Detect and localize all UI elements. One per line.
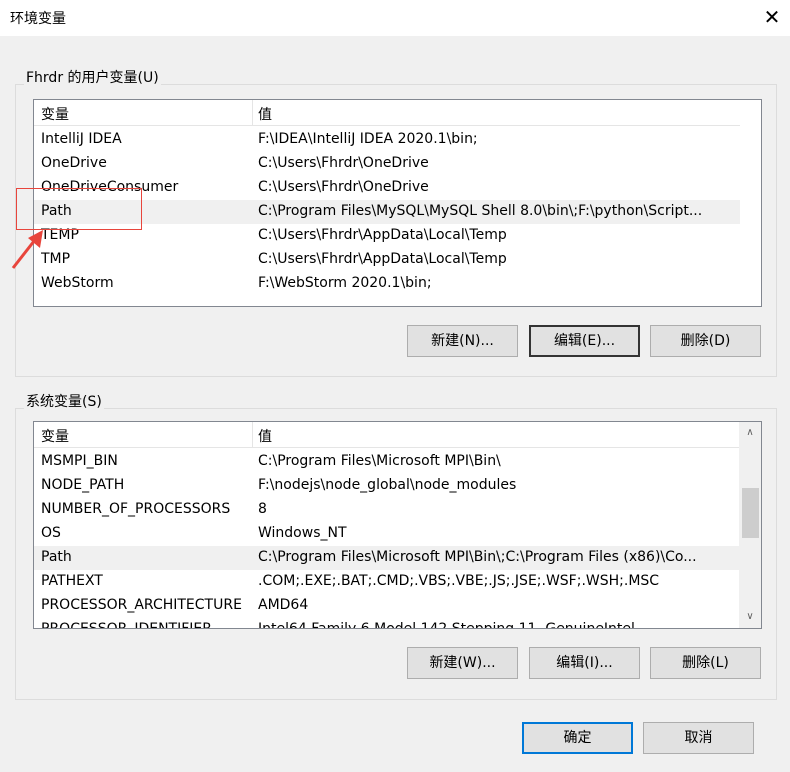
variable-value: C:\Users\Fhrdr\AppData\Local\Temp xyxy=(258,227,507,243)
system-vars-list[interactable]: 变量 值 ∧ ∨ MSMPI_BIN C:\Program Files\Micro… xyxy=(33,421,762,629)
table-row[interactable]: Path C:\Program Files\Microsoft MPI\Bin\;… xyxy=(34,546,740,570)
scrollbar[interactable]: ∧ ∨ xyxy=(739,422,761,628)
system-edit-button[interactable]: 编辑(I)... xyxy=(529,647,640,679)
column-header-name[interactable]: 变量 xyxy=(41,426,251,446)
list-header: 变量 值 xyxy=(34,100,740,126)
column-header-value[interactable]: 值 xyxy=(258,104,738,124)
variable-value: F:\WebStorm 2020.1\bin; xyxy=(258,275,432,291)
column-header-value[interactable]: 值 xyxy=(258,426,738,446)
variable-value: F:\IDEA\IntelliJ IDEA 2020.1\bin; xyxy=(258,131,478,147)
system-new-button[interactable]: 新建(W)... xyxy=(407,647,518,679)
table-row[interactable]: MSMPI_BIN C:\Program Files\Microsoft MPI\… xyxy=(34,450,740,474)
variable-name: WebStorm xyxy=(41,275,114,291)
variable-value: 8 xyxy=(258,501,267,517)
variable-name: TMP xyxy=(41,251,71,267)
variable-name: NUMBER_OF_PROCESSORS xyxy=(41,501,231,517)
user-vars-list[interactable]: 变量 值 IntelliJ IDEA F:\IDEA\IntelliJ IDEA … xyxy=(33,99,762,307)
variable-value: Windows_NT xyxy=(258,525,347,541)
variable-value: C:\Users\Fhrdr\AppData\Local\Temp xyxy=(258,251,507,267)
annotation-highlight-box xyxy=(16,188,142,230)
title-bar: 环境变量 ✕ xyxy=(0,0,790,36)
user-vars-label: Fhrdr 的用户变量(U) xyxy=(24,67,161,87)
variable-name: OS xyxy=(41,525,61,541)
variable-value: C:\Program Files\MySQL\MySQL Shell 8.0\b… xyxy=(258,203,703,219)
cancel-button[interactable]: 取消 xyxy=(643,722,754,754)
scroll-down-icon[interactable]: ∨ xyxy=(739,606,761,628)
system-vars-label: 系统变量(S) xyxy=(24,391,104,411)
variable-value: .COM;.EXE;.BAT;.CMD;.VBS;.VBE;.JS;.JSE;.… xyxy=(258,573,660,589)
table-row[interactable]: PATHEXT .COM;.EXE;.BAT;.CMD;.VBS;.VBE;.JS… xyxy=(34,570,740,594)
table-row[interactable]: NUMBER_OF_PROCESSORS 8 xyxy=(34,498,740,522)
variable-name: PROCESSOR_IDENTIFIER xyxy=(41,621,212,629)
ok-button[interactable]: 确定 xyxy=(522,722,633,754)
variable-value: Intel64 Family 6 Model 142 Stepping 11, … xyxy=(258,621,635,629)
list-header: 变量 值 xyxy=(34,422,740,448)
table-row[interactable]: PROCESSOR_IDENTIFIER Intel64 Family 6 Mod… xyxy=(34,618,740,629)
user-edit-button[interactable]: 编辑(E)... xyxy=(529,325,640,357)
variable-name: NODE_PATH xyxy=(41,477,125,493)
variable-value: C:\Users\Fhrdr\OneDrive xyxy=(258,155,429,171)
variable-name: OneDrive xyxy=(41,155,107,171)
table-row[interactable]: OneDrive C:\Users\Fhrdr\OneDrive xyxy=(34,152,740,176)
variable-value: C:\Program Files\Microsoft MPI\Bin\ xyxy=(258,453,501,469)
variable-name: PATHEXT xyxy=(41,573,103,589)
variable-name: Path xyxy=(41,549,72,565)
window-title: 环境变量 xyxy=(10,11,66,27)
variable-value: F:\nodejs\node_global\node_modules xyxy=(258,477,517,493)
scrollbar-thumb[interactable] xyxy=(742,488,759,538)
table-row[interactable]: WebStorm F:\WebStorm 2020.1\bin; xyxy=(34,272,740,296)
user-delete-button[interactable]: 删除(D) xyxy=(650,325,761,357)
variable-name: MSMPI_BIN xyxy=(41,453,118,469)
close-icon[interactable]: ✕ xyxy=(760,4,784,30)
table-row[interactable]: TMP C:\Users\Fhrdr\AppData\Local\Temp xyxy=(34,248,740,272)
variable-name: PROCESSOR_ARCHITECTURE xyxy=(41,597,242,613)
user-new-button[interactable]: 新建(N)... xyxy=(407,325,518,357)
table-row[interactable]: PROCESSOR_ARCHITECTURE AMD64 xyxy=(34,594,740,618)
system-delete-button[interactable]: 删除(L) xyxy=(650,647,761,679)
table-row[interactable]: IntelliJ IDEA F:\IDEA\IntelliJ IDEA 2020.… xyxy=(34,128,740,152)
variable-value: C:\Program Files\Microsoft MPI\Bin\;C:\P… xyxy=(258,549,697,565)
table-row[interactable]: NODE_PATH F:\nodejs\node_global\node_modu… xyxy=(34,474,740,498)
variable-name: IntelliJ IDEA xyxy=(41,131,122,147)
table-row[interactable]: OS Windows_NT xyxy=(34,522,740,546)
scroll-up-icon[interactable]: ∧ xyxy=(739,422,761,444)
column-header-name[interactable]: 变量 xyxy=(41,104,251,124)
annotation-arrow-icon xyxy=(11,230,43,269)
variable-value: AMD64 xyxy=(258,597,309,613)
variable-value: C:\Users\Fhrdr\OneDrive xyxy=(258,179,429,195)
